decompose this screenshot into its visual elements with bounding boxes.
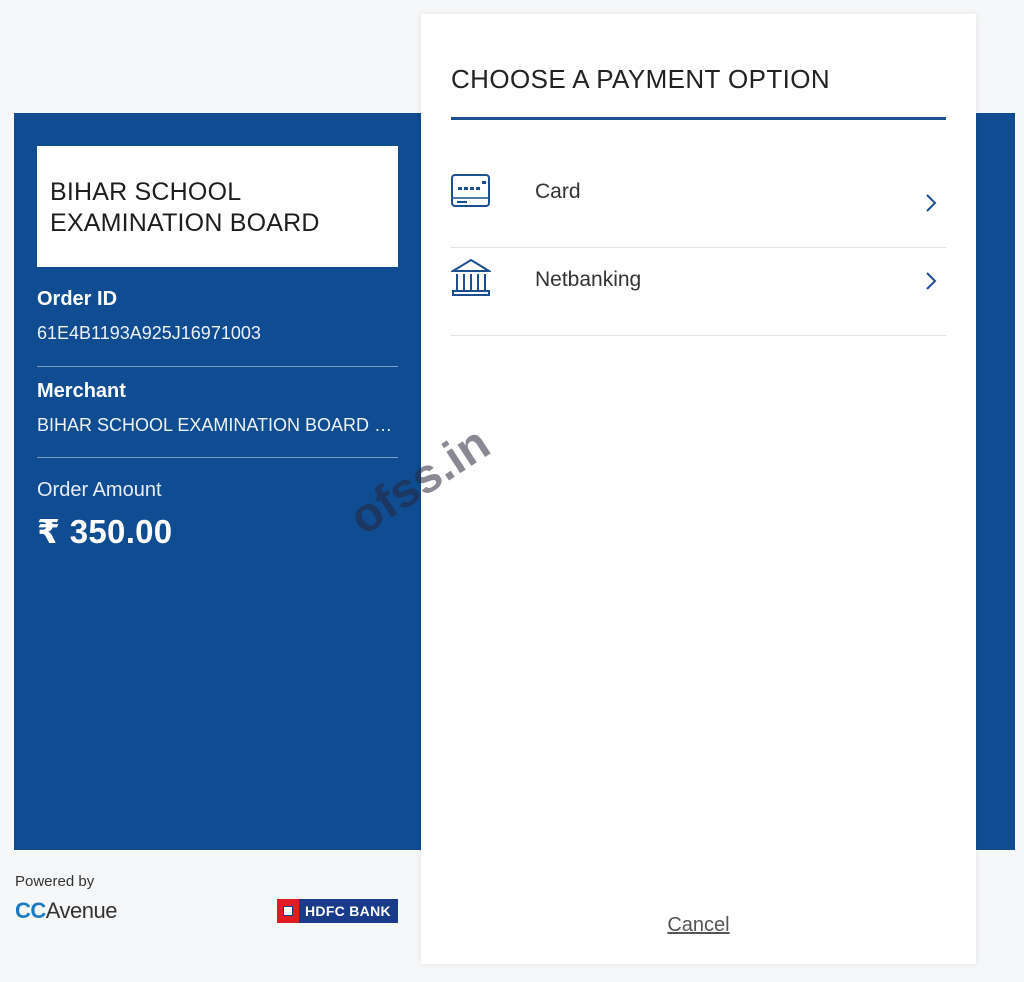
cancel-link[interactable]: Cancel (421, 914, 976, 937)
order-amount-section: Order Amount ₹ 350.00 (37, 479, 398, 551)
ccavenue-logo-cc: CC (15, 898, 46, 923)
payment-option-netbanking[interactable]: Netbanking (451, 248, 946, 336)
payment-option-label: Card (535, 180, 581, 203)
order-amount-value: ₹ 350.00 (37, 513, 173, 550)
hdfc-bank-logo: HDFC BANK (277, 899, 398, 923)
title-underline (451, 117, 946, 120)
merchant-name-box: BIHAR SCHOOL EXAMINATION BOARD (37, 146, 398, 267)
payment-option-label: Netbanking (535, 268, 642, 291)
bank-icon (451, 258, 491, 296)
merchant-value: BIHAR SCHOOL EXAMINATION BOARD O... (37, 415, 398, 435)
hdfc-bank-label: HDFC BANK (305, 903, 391, 919)
payment-options-panel: CHOOSE A PAYMENT OPTION Card Netbanking … (421, 14, 976, 964)
ccavenue-logo: CCAvenue (15, 898, 118, 924)
order-amount-label: Order Amount (37, 479, 162, 501)
card-icon (451, 174, 490, 207)
merchant-name: BIHAR SCHOOL EXAMINATION BOARD (50, 178, 320, 237)
order-id-value: 61E4B1193A925J16971003 (37, 323, 261, 343)
hdfc-mark-icon (277, 899, 299, 923)
merchant-section: Merchant BIHAR SCHOOL EXAMINATION BOARD … (37, 380, 398, 436)
ccavenue-logo-avenue: Avenue (45, 898, 118, 923)
order-id-section: Order ID 61E4B1193A925J16971003 (37, 288, 398, 344)
chevron-right-icon (926, 272, 937, 290)
powered-by-label: Powered by (15, 873, 95, 890)
merchant-label: Merchant (37, 380, 126, 402)
chevron-right-icon (926, 194, 937, 212)
payment-option-card[interactable]: Card (451, 160, 946, 248)
panel-title: CHOOSE A PAYMENT OPTION (451, 64, 831, 94)
order-id-label: Order ID (37, 288, 118, 310)
divider (37, 366, 398, 367)
divider (37, 457, 398, 458)
